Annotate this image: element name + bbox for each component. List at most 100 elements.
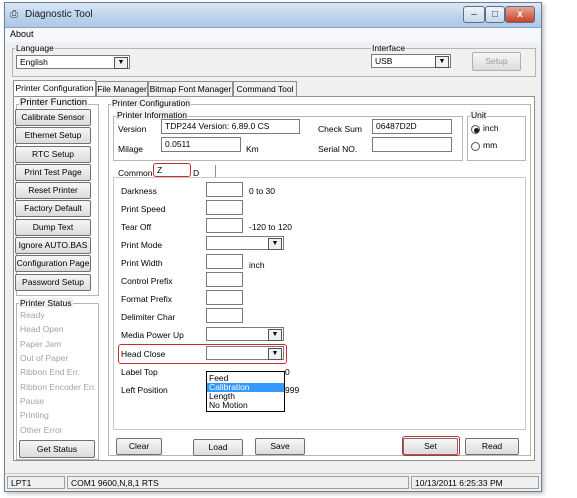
common-settings-area xyxy=(113,177,526,430)
interface-label: Interface xyxy=(371,43,407,53)
clear-button[interactable]: Clear xyxy=(116,438,162,455)
unit-mm-radio[interactable] xyxy=(471,142,480,151)
darkness-input[interactable] xyxy=(206,182,243,197)
chevron-down-icon: ▼ xyxy=(268,348,282,360)
interface-setup-button[interactable]: Setup xyxy=(472,52,521,71)
printer-configuration-label: Printer Configuration xyxy=(111,98,191,108)
status-out-of-paper: Out of Paper xyxy=(20,353,69,363)
head-close-select[interactable]: ▼ xyxy=(206,346,284,360)
serial-no-field[interactable] xyxy=(372,137,452,152)
media-power-up-label: Media Power Up xyxy=(121,330,184,340)
status-ribbon-end: Ribbon End Err. xyxy=(20,367,81,377)
tear-off-input[interactable] xyxy=(206,218,243,233)
print-width-unit: inch xyxy=(249,260,265,270)
milage-field[interactable]: 0.0511 xyxy=(161,137,241,152)
status-printing: Printing xyxy=(20,410,49,420)
diagnostic-tool-window: ⎙ Diagnostic Tool – □ x About Language E… xyxy=(4,2,542,492)
printer-app-icon: ⎙ xyxy=(10,9,18,20)
head-close-label: Head Close xyxy=(121,349,166,359)
tear-off-label: Tear Off xyxy=(121,222,152,232)
checksum-value: 06487D2D xyxy=(376,121,417,131)
format-prefix-input[interactable] xyxy=(206,290,243,305)
print-mode-label: Print Mode xyxy=(121,240,163,250)
tab-bitmap-font-manager[interactable]: Bitmap Font Manager xyxy=(148,81,233,96)
status-bar: LPT1 COM1 9600,N,8,1 RTS 10/13/2011 6:25… xyxy=(5,473,541,491)
unit-inch-label: inch xyxy=(483,123,499,133)
chevron-down-icon: ▼ xyxy=(268,329,282,341)
status-serial-settings: COM1 9600,N,8,1 RTS xyxy=(67,476,409,489)
darkness-range: 0 to 30 xyxy=(249,186,275,196)
interface-select[interactable]: USB ▼ xyxy=(371,54,451,68)
load-button[interactable]: Load xyxy=(193,439,243,456)
title-bar: ⎙ Diagnostic Tool – □ x xyxy=(5,3,541,28)
menu-about[interactable]: About xyxy=(10,29,34,39)
milage-unit: Km xyxy=(246,144,259,154)
milage-value: 0.0511 xyxy=(165,139,191,149)
unit-mm-label: mm xyxy=(483,140,498,150)
status-port: LPT1 xyxy=(7,476,65,489)
print-mode-select[interactable]: ▼ xyxy=(206,236,284,250)
left-position-label: Left Position xyxy=(121,385,168,395)
print-width-label: Print Width xyxy=(121,258,163,268)
status-pause: Pause xyxy=(20,396,45,406)
status-head-open: Head Open xyxy=(20,324,64,334)
printer-status-label: Printer Status xyxy=(19,298,73,308)
configuration-page-button[interactable]: Configuration Page xyxy=(15,255,91,272)
delimiter-char-input[interactable] xyxy=(206,308,243,323)
subtab-divider xyxy=(215,165,216,177)
status-other-error: Other Error xyxy=(20,425,63,435)
checksum-field[interactable]: 06487D2D xyxy=(372,119,452,134)
chevron-down-icon: ▼ xyxy=(114,57,128,69)
password-setup-button[interactable]: Password Setup xyxy=(15,274,91,291)
delimiter-char-label: Delimiter Char xyxy=(121,312,176,322)
dump-text-button[interactable]: Dump Text xyxy=(15,219,91,236)
calibrate-sensor-button[interactable]: Calibrate Sensor xyxy=(15,109,91,126)
tear-off-range: -120 to 120 xyxy=(249,222,293,232)
version-field[interactable]: TDP244 Version: 6.89.0 CS xyxy=(161,119,300,134)
label-top-value: 0 xyxy=(285,367,290,377)
print-speed-label: Print Speed xyxy=(121,204,166,214)
head-close-dropdown-list: Feed Calibration Length No Motion xyxy=(206,371,285,412)
darkness-label: Darkness xyxy=(121,186,157,196)
status-ready: Ready xyxy=(20,310,45,320)
close-button[interactable]: x xyxy=(505,6,535,23)
z-tab-highlight xyxy=(153,163,191,177)
print-width-input[interactable] xyxy=(206,254,243,269)
checksum-label: Check Sum xyxy=(318,124,362,134)
media-power-up-select[interactable]: ▼ xyxy=(206,327,284,341)
serial-no-label: Serial NO. xyxy=(318,144,358,154)
unit-inch-radio[interactable] xyxy=(471,125,480,134)
version-label: Version xyxy=(118,124,147,134)
printer-function-label: Printer Function xyxy=(19,97,89,108)
rtc-setup-button[interactable]: RTC Setup xyxy=(15,146,91,163)
print-test-page-button[interactable]: Print Test Page xyxy=(15,164,91,181)
format-prefix-label: Format Prefix xyxy=(121,294,173,304)
minimize-button[interactable]: – xyxy=(463,6,485,23)
tab-file-manager[interactable]: File Manager xyxy=(96,81,148,96)
label-top-label: Label Top xyxy=(121,367,158,377)
status-datetime: 10/13/2011 6:25:33 PM xyxy=(411,476,539,489)
tab-printer-configuration[interactable]: Printer Configuration xyxy=(13,80,96,96)
chevron-down-icon: ▼ xyxy=(268,238,282,250)
ethernet-setup-button[interactable]: Ethernet Setup xyxy=(15,127,91,144)
window-title: Diagnostic Tool xyxy=(25,9,93,20)
option-no-motion[interactable]: No Motion xyxy=(207,401,284,410)
get-status-button[interactable]: Get Status xyxy=(19,440,95,458)
status-paper-jam: Paper Jam xyxy=(20,339,62,349)
print-speed-input[interactable] xyxy=(206,200,243,215)
menu-bar: About xyxy=(5,28,541,42)
reset-printer-button[interactable]: Reset Printer xyxy=(15,182,91,199)
set-button-highlight xyxy=(402,436,460,456)
version-value: TDP244 Version: 6.89.0 CS xyxy=(165,121,270,131)
read-button[interactable]: Read xyxy=(465,438,519,455)
save-button[interactable]: Save xyxy=(255,438,305,455)
maximize-button[interactable]: □ xyxy=(485,6,505,23)
control-prefix-label: Control Prefix xyxy=(121,276,173,286)
language-select[interactable]: English ▼ xyxy=(16,55,130,69)
language-value: English xyxy=(20,57,48,67)
interface-value: USB xyxy=(375,56,393,66)
ignore-autobas-button[interactable]: Ignore AUTO.BAS xyxy=(15,237,91,254)
tab-command-tool[interactable]: Command Tool xyxy=(233,81,297,96)
control-prefix-input[interactable] xyxy=(206,272,243,287)
factory-default-button[interactable]: Factory Default xyxy=(15,200,91,217)
